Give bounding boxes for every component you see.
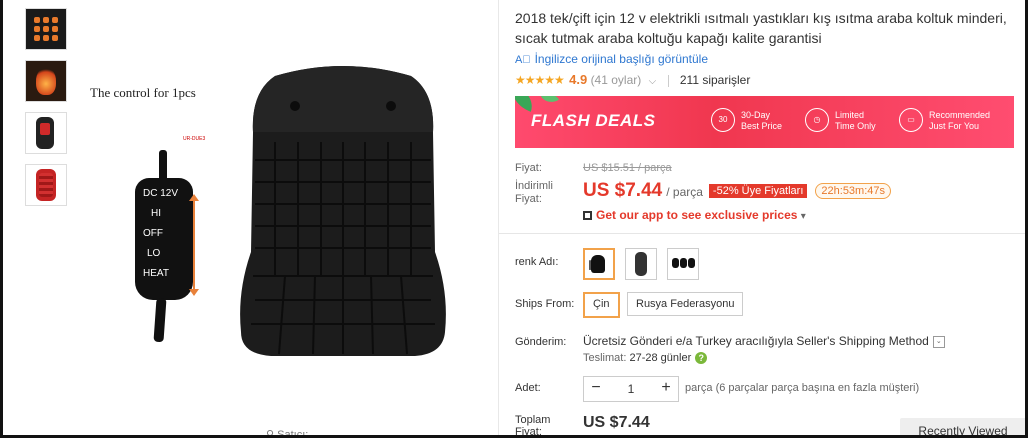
delivery-label: Teslimat: [583,352,627,364]
discount-label-line: Fiyat: [515,193,542,205]
seller-search-link[interactable]: ⚲ Satıcı: [266,428,309,438]
discount-price-label: İndirimli Fiyat: [515,180,553,206]
total-price-value: US $7.44 [583,414,650,431]
quantity-label: Adet: [515,382,541,394]
feature-line: 30-Day [741,110,771,120]
price-unit: / parça [666,185,703,199]
delivery-value: 27-28 günler [629,352,692,364]
control-caption: The control for 1pcs [90,85,196,100]
thumbnail-3[interactable] [25,112,67,154]
chevron-down-icon[interactable]: ⌵ [649,76,657,87]
shipping-method: Ücretsiz Gönderi e/a Turkey aracılığıyla… [583,334,945,348]
shipping-free: Ücretsiz Gönderi e/a [583,334,693,348]
discount-label-line: İndirimli [515,180,553,192]
feature-line: Recommended [929,110,991,120]
thumbnail-1[interactable] [25,8,67,50]
ships-from-label: Ships From: [515,298,575,310]
discount-badge: -52% Üye Fiyatları [708,183,808,198]
translate-icon: A⃝ [515,54,531,66]
discount-price-value: US $7.44 [583,180,663,201]
seat-cushion-image [240,66,446,356]
total-label-line: Toplam [515,414,551,426]
recently-viewed-button[interactable]: Recently Viewed [900,418,1025,435]
remote-label-voltage: DC 12V [143,188,179,199]
color-swatch-3[interactable] [667,248,699,280]
feature-line: Best Price [741,121,783,131]
total-label-line: Fiyat: [515,426,542,438]
quantity-increase-button[interactable]: + [654,377,678,401]
countdown-timer: 22h:53m:47s [815,182,892,199]
total-price-label: Toplam Fiyat: [515,414,551,438]
product-info-panel: 2018 tek/çift için 12 v elektrikli ısıtm… [498,0,1025,438]
delivery-estimate: Teslimat: 27-28 günler? [583,352,708,364]
feature-line: Limited [835,110,865,120]
window-frame: The control for 1pcs UR-DUE3 DC 12V HI O… [0,0,1028,438]
chevron-down-icon[interactable]: ⌄ [932,335,945,348]
remote-wire-bottom [153,297,167,343]
remote-label-off: OFF [143,228,163,239]
discount-price: US $7.44/ parça -52% Üye Fiyatları 22h:53m… [583,180,892,202]
remote-label-lo: LO [147,248,161,259]
list-price-value: US $15.51 / parça [583,162,672,174]
remote-label-hi: HI [151,208,161,219]
quantity-decrease-button[interactable]: − [584,377,608,401]
translate-link-label: İngilizce orijinal başlığı görüntüle [534,52,709,66]
help-icon[interactable]: ? [695,352,708,364]
list-price-label: Fiyat: [515,162,542,174]
feature-line: Time Only [835,121,876,131]
quantity-stepper: − 1 + [583,376,679,402]
qr-code-icon [583,211,592,220]
flash-deals-banner[interactable]: FLASH DEALS 30 30-Day Best Price ◷ Limite… [515,96,1014,148]
section-divider [499,233,1025,234]
rating-score: 4.9 [569,72,588,87]
ships-from-china[interactable]: Çin [583,292,620,318]
star-rating-icon: ★★★★★ [515,73,565,87]
main-product-image[interactable]: The control for 1pcs UR-DUE3 DC 12V HI O… [83,8,493,435]
ships-from-russia[interactable]: Rusya Federasyonu [627,292,744,316]
gift-icon: ▭ [899,108,923,132]
chevron-down-icon: ▾ [800,211,806,222]
shipping-label: Gönderim: [515,336,567,348]
view-original-title-link[interactable]: A⃝ İngilizce orijinal başlığı görüntüle [515,52,708,66]
leaf-decoration [540,96,560,107]
remote-label-heat: HEAT [143,268,169,279]
flash-deals-title: FLASH DEALS [531,111,656,130]
leaf-decoration [515,96,538,112]
product-title: 2018 tek/çift için 12 v elektrikli ısıtm… [515,10,1007,46]
orders-count: 211 siparişler [679,73,751,87]
quantity-input[interactable]: 1 [608,377,654,401]
search-icon: ⚲ [266,429,275,438]
color-swatch-2[interactable] [625,248,657,280]
seller-label: Satıcı: [277,429,309,438]
double-arrow-icon [189,194,199,296]
red-tag: UR-DUE3 [183,136,206,142]
quantity-note: parça (6 parçalar parça başına en fazla … [685,382,920,394]
thumbnail-list [25,8,69,216]
color-label: renk Adı: [515,256,559,268]
color-swatch-1[interactable] [583,248,615,280]
clock-icon: ◷ [805,108,829,132]
app-price-text: Get our app to see exclusive prices [596,208,798,222]
calendar-30-icon: 30 [711,108,735,132]
rating-row: ★★★★★ 4.9 (41 oylar) ⌵ 211 siparişler [515,72,750,87]
rating-divider [667,74,669,87]
rating-count[interactable]: (41 oylar) [591,73,642,87]
shipping-route: Turkey aracılığıyla Seller's Shipping Me… [692,334,929,348]
remote-controller: DC 12V HI OFF LO HEAT [135,178,193,300]
app-price-link[interactable]: Get our app to see exclusive prices ▾ [583,208,806,222]
feature-line: Just For You [929,121,980,131]
thumbnail-4[interactable] [25,164,67,206]
thumbnail-2[interactable] [25,60,67,102]
